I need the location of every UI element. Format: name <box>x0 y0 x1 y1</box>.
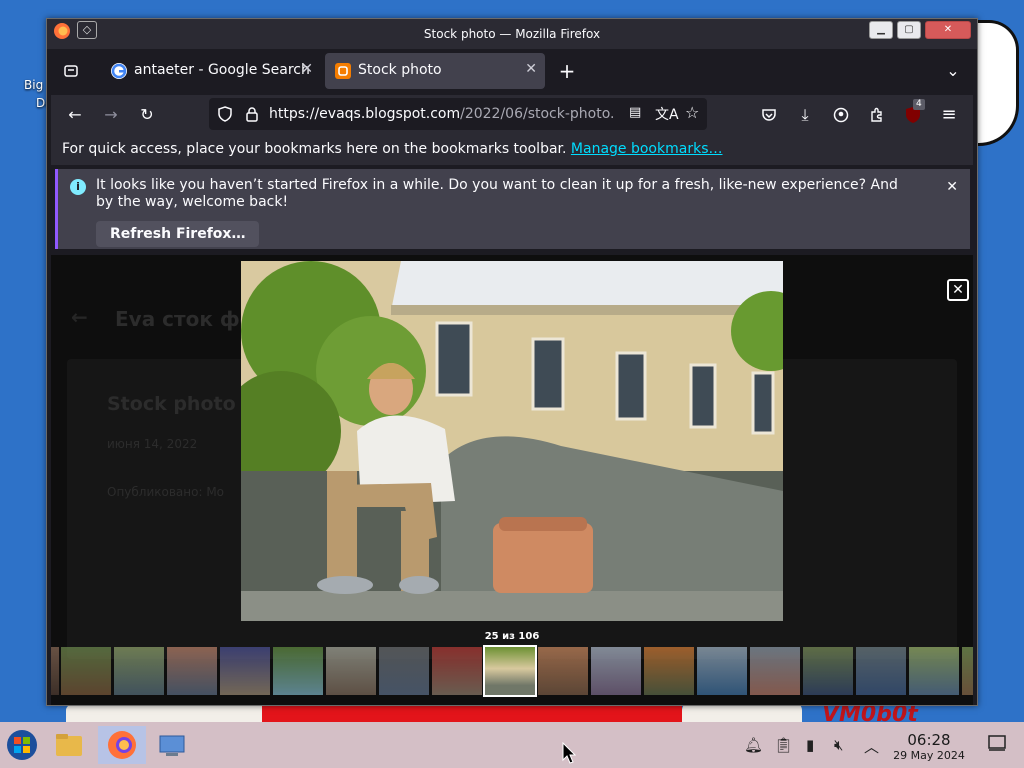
shield-icon[interactable] <box>217 106 233 126</box>
window-title: Stock photo — Mozilla Firefox <box>423 27 601 41</box>
tab-label: Stock photo <box>358 62 442 78</box>
thumbnail[interactable] <box>61 647 111 695</box>
thumbnail[interactable] <box>803 647 853 695</box>
thumbnail[interactable] <box>379 647 429 695</box>
tab-label: antaeter - Google Search <box>134 62 310 78</box>
thumbnail[interactable] <box>167 647 217 695</box>
lightbox-photo <box>241 261 783 621</box>
window-titlebar[interactable]: ◇ Stock photo — Mozilla Firefox ▁ ▢ ✕ <box>47 19 977 49</box>
wallpaper-shape <box>972 20 1019 146</box>
back-arrow-icon: ← <box>71 305 88 329</box>
url-text[interactable]: https://evaqs.blogspot.com/2022/06/stock… <box>269 106 625 122</box>
thumbnail[interactable] <box>856 647 906 695</box>
thumbnail[interactable] <box>114 647 164 695</box>
pocket-icon[interactable] <box>755 101 783 129</box>
mouse-cursor-icon <box>562 742 576 764</box>
bookmark-star-icon[interactable]: ☆ <box>685 103 699 122</box>
remote-desktop-icon[interactable] <box>152 726 192 764</box>
post-date: июня 14, 2022 <box>107 437 198 451</box>
thumbnail[interactable] <box>909 647 959 695</box>
file-manager-icon[interactable] <box>48 726 88 764</box>
translate-icon[interactable]: 文A <box>655 104 679 124</box>
clock-time: 06:28 <box>907 731 951 749</box>
thumbnail[interactable] <box>591 647 641 695</box>
forward-button[interactable]: → <box>97 101 125 129</box>
close-tab-icon[interactable]: ✕ <box>301 61 313 77</box>
close-tab-icon[interactable]: ✕ <box>525 61 537 77</box>
url-path: /2022/06/stock-photo. <box>460 106 615 122</box>
thumbnail[interactable] <box>326 647 376 695</box>
thumbnail[interactable] <box>51 647 59 695</box>
extension-badge: 4 <box>913 99 925 110</box>
close-notification-icon[interactable]: ✕ <box>946 179 958 195</box>
lightbox-close-button[interactable]: ✕ <box>947 279 969 301</box>
close-window-button[interactable]: ✕ <box>925 21 971 39</box>
lock-icon[interactable] <box>245 106 259 126</box>
blogger-icon <box>335 63 351 79</box>
bookmarks-toolbar: For quick access, place your bookmarks h… <box>51 135 973 165</box>
refresh-notification: i It looks like you haven’t started Fire… <box>55 169 970 249</box>
volume-muted-icon[interactable]: 🔇︎ <box>834 736 843 754</box>
clock-date: 29 May 2024 <box>893 749 965 762</box>
firefox-window: ◇ Stock photo — Mozilla Firefox ▁ ▢ ✕ an… <box>46 18 978 706</box>
show-desktop-icon[interactable] <box>988 735 1006 755</box>
back-button[interactable]: ← <box>61 101 89 129</box>
list-all-tabs-icon[interactable]: ⌄ <box>939 57 967 85</box>
thumbnail[interactable] <box>962 647 973 695</box>
post-title: Stock photo <box>107 393 236 415</box>
thumbnail[interactable] <box>538 647 588 695</box>
image-counter: 25 из 106 <box>484 631 540 642</box>
tab-bar: antaeter - Google Search ✕ Stock photo ✕… <box>51 49 973 93</box>
thumbnail[interactable] <box>220 647 270 695</box>
desktop-icon-label[interactable]: Big <box>24 78 43 92</box>
post-body: Опубликовано: Мо <box>107 485 225 499</box>
google-icon <box>111 63 127 79</box>
notification-message: It looks like you haven’t started Firefo… <box>96 177 898 210</box>
tab-stock-photo[interactable]: Stock photo ✕ <box>325 53 545 89</box>
taskbar: 🔔︎ 📋︎ ▮ 🔇︎ ︿ 06:28 29 May 2024 <box>0 722 1024 768</box>
ublock-icon[interactable]: 4 <box>899 99 927 129</box>
thumbnail-selected[interactable] <box>483 645 537 697</box>
firefox-taskbar-icon[interactable] <box>98 726 146 764</box>
menu-hamburger-icon[interactable]: ≡ <box>935 101 963 129</box>
battery-icon[interactable]: ▮ <box>806 736 814 754</box>
tab-google-search[interactable]: antaeter - Google Search ✕ <box>101 53 321 89</box>
minimize-button[interactable]: ▁ <box>869 21 893 39</box>
clock[interactable]: 06:28 29 May 2024 <box>888 731 970 762</box>
bookmarks-hint-text: For quick access, place your bookmarks h… <box>62 141 567 157</box>
new-tab-button[interactable]: + <box>553 57 581 85</box>
info-icon: i <box>70 179 86 195</box>
extensions-icon[interactable] <box>863 101 891 129</box>
reload-button[interactable]: ↻ <box>133 101 161 129</box>
account-icon[interactable] <box>827 101 855 129</box>
thumbnail[interactable] <box>644 647 694 695</box>
thumbnail[interactable] <box>750 647 800 695</box>
manage-bookmarks-link[interactable]: Manage bookmarks… <box>571 141 723 157</box>
start-menu-icon[interactable] <box>2 726 42 764</box>
show-hidden-icons-chevron[interactable]: ︿ <box>864 736 879 757</box>
page-content: ← Eva сток фо Stock photo июня 14, 2022 … <box>51 255 973 705</box>
url-host: https://evaqs.blogspot.com <box>269 106 461 122</box>
blog-header-title: Eva сток фо <box>115 307 254 331</box>
reader-view-icon[interactable]: ▤ <box>629 105 641 120</box>
url-bar[interactable]: https://evaqs.blogspot.com/2022/06/stock… <box>209 98 707 130</box>
thumbnail-strip <box>51 643 973 699</box>
notifications-bell-icon[interactable]: 🔔︎ <box>744 736 763 754</box>
thumbnail[interactable] <box>273 647 323 695</box>
thumbnail[interactable] <box>697 647 747 695</box>
firefox-view-icon[interactable] <box>57 57 85 85</box>
maximize-button[interactable]: ▢ <box>897 21 921 39</box>
thumbnail[interactable] <box>432 647 482 695</box>
downloads-icon[interactable]: ⤓ <box>791 101 819 129</box>
refresh-firefox-button[interactable]: Refresh Firefox… <box>96 221 260 247</box>
clipboard-icon[interactable]: 📋︎ <box>774 736 793 754</box>
navigation-toolbar: ← → ↻ https://evaqs.blogspot.com/2022/06… <box>51 95 973 135</box>
